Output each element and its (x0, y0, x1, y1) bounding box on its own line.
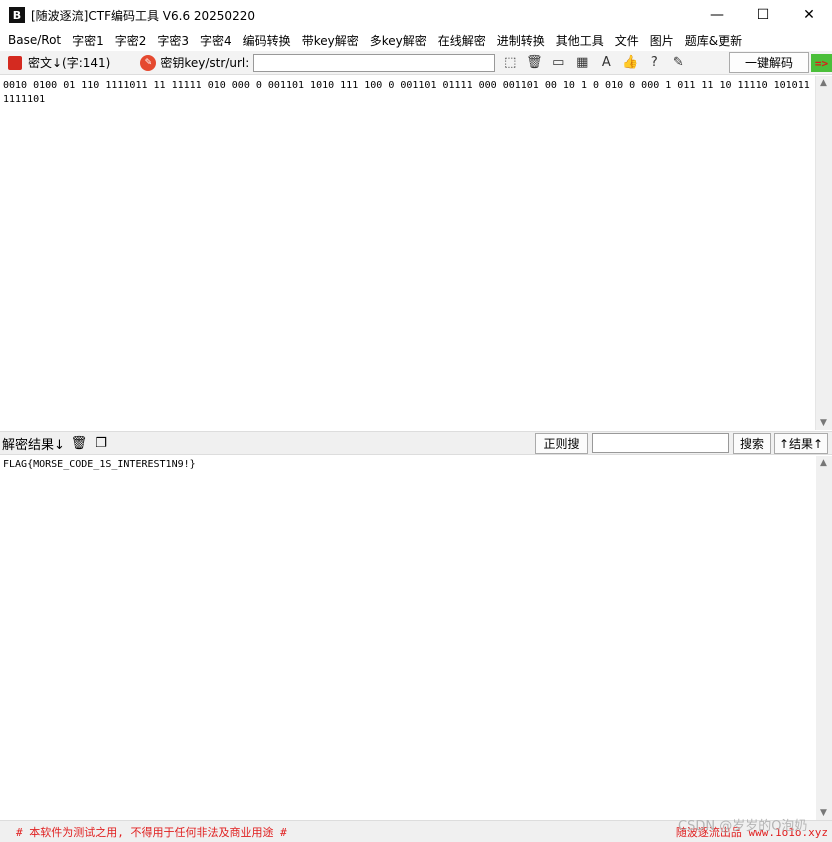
scroll-up-icon[interactable]: ▲ (820, 458, 827, 468)
cipher-label: 密文↓(字:141) (28, 56, 111, 70)
trash-icon[interactable]: 🗑 (525, 54, 543, 72)
regex-search-button[interactable]: 正则搜 (535, 433, 588, 454)
menu-item-file[interactable]: 文件 (611, 32, 646, 49)
result-up-button[interactable]: ↑结果↑ (774, 433, 828, 454)
thumbs-up-icon[interactable]: 👍 (621, 54, 639, 72)
menu-item-base-convert[interactable]: 进制转换 (493, 32, 552, 49)
menu-item-encoding[interactable]: 编码转换 (239, 32, 298, 49)
menu-item-other-tools[interactable]: 其他工具 (552, 32, 611, 49)
font-icon[interactable]: A (597, 54, 615, 72)
minimize-button[interactable]: — (694, 0, 740, 30)
grid-icon[interactable]: ▦ (573, 54, 591, 72)
menu-item-image[interactable]: 图片 (646, 32, 681, 49)
maximize-button[interactable]: ☐ (740, 0, 786, 30)
select-icon[interactable]: ⬚ (501, 54, 519, 72)
terminal-icon[interactable]: ▭ (549, 54, 567, 72)
output-scrollbar[interactable]: ▲ ▼ (816, 456, 832, 820)
result-output[interactable]: FLAG{MORSE_CODE_1S_INTEREST1N9!} (0, 456, 816, 820)
key-label: 密钥key/str/url: (160, 56, 250, 70)
trash-icon[interactable]: 🗑 (71, 435, 88, 451)
scroll-up-icon[interactable]: ▲ (820, 78, 827, 88)
input-scrollbar[interactable]: ▲ ▼ (816, 76, 832, 430)
cipher-icon (8, 55, 22, 70)
close-button[interactable]: ✕ (786, 0, 832, 30)
menu-item-zimi3[interactable]: 字密3 (153, 32, 196, 49)
result-label: 解密结果↓ (2, 437, 65, 453)
menu-item-online-decrypt[interactable]: 在线解密 (434, 32, 493, 49)
result-toolbar: 解密结果↓ 🗑 ❐ 正则搜 搜索 ↑结果↑ (0, 431, 832, 455)
edit-icon[interactable]: ✎ (669, 54, 687, 72)
menu-bar: Base/Rot 字密1 字密2 字密3 字密4 编码转换 带key解密 多ke… (0, 30, 832, 50)
watermark: CSDN @岁岁的O泡奶 (678, 819, 808, 834)
cipher-toolbar: 密文↓(字:141) ✎ 密钥key/str/url: ⬚ 🗑 ▭ ▦ A 👍 … (0, 51, 832, 75)
arrow-indicator[interactable]: => (811, 54, 832, 72)
window-controls: — ☐ ✕ (694, 0, 832, 30)
copy-icon[interactable]: ❐ (93, 435, 109, 451)
menu-item-base-rot[interactable]: Base/Rot (4, 33, 68, 47)
one-click-decode-button[interactable]: 一键解码 (729, 52, 809, 73)
help-icon[interactable]: ? (645, 54, 663, 72)
search-input[interactable] (592, 433, 729, 453)
window-title: [随波逐流]CTF编码工具 V6.6 20250220 (31, 8, 255, 23)
cipher-input[interactable]: 0010 0100 01 110 1111011 11 11111 010 00… (0, 76, 816, 430)
title-bar: B [随波逐流]CTF编码工具 V6.6 20250220 — ☐ ✕ (0, 0, 832, 30)
app-icon: B (9, 7, 25, 23)
menu-item-key-decrypt[interactable]: 带key解密 (298, 32, 366, 49)
scroll-down-icon[interactable]: ▼ (820, 418, 827, 428)
menu-item-zimi1[interactable]: 字密1 (68, 32, 111, 49)
search-button[interactable]: 搜索 (733, 433, 771, 454)
menu-item-zimi4[interactable]: 字密4 (196, 32, 239, 49)
disclaimer-text: # 本软件为测试之用, 不得用于任何非法及商业用途 # (16, 825, 287, 839)
key-icon: ✎ (140, 54, 157, 71)
menu-item-multikey-decrypt[interactable]: 多key解密 (366, 32, 434, 49)
key-input[interactable] (253, 53, 496, 72)
menu-item-library-update[interactable]: 题库&更新 (681, 32, 749, 49)
menu-item-zimi2[interactable]: 字密2 (111, 32, 154, 49)
scroll-down-icon[interactable]: ▼ (820, 808, 827, 818)
